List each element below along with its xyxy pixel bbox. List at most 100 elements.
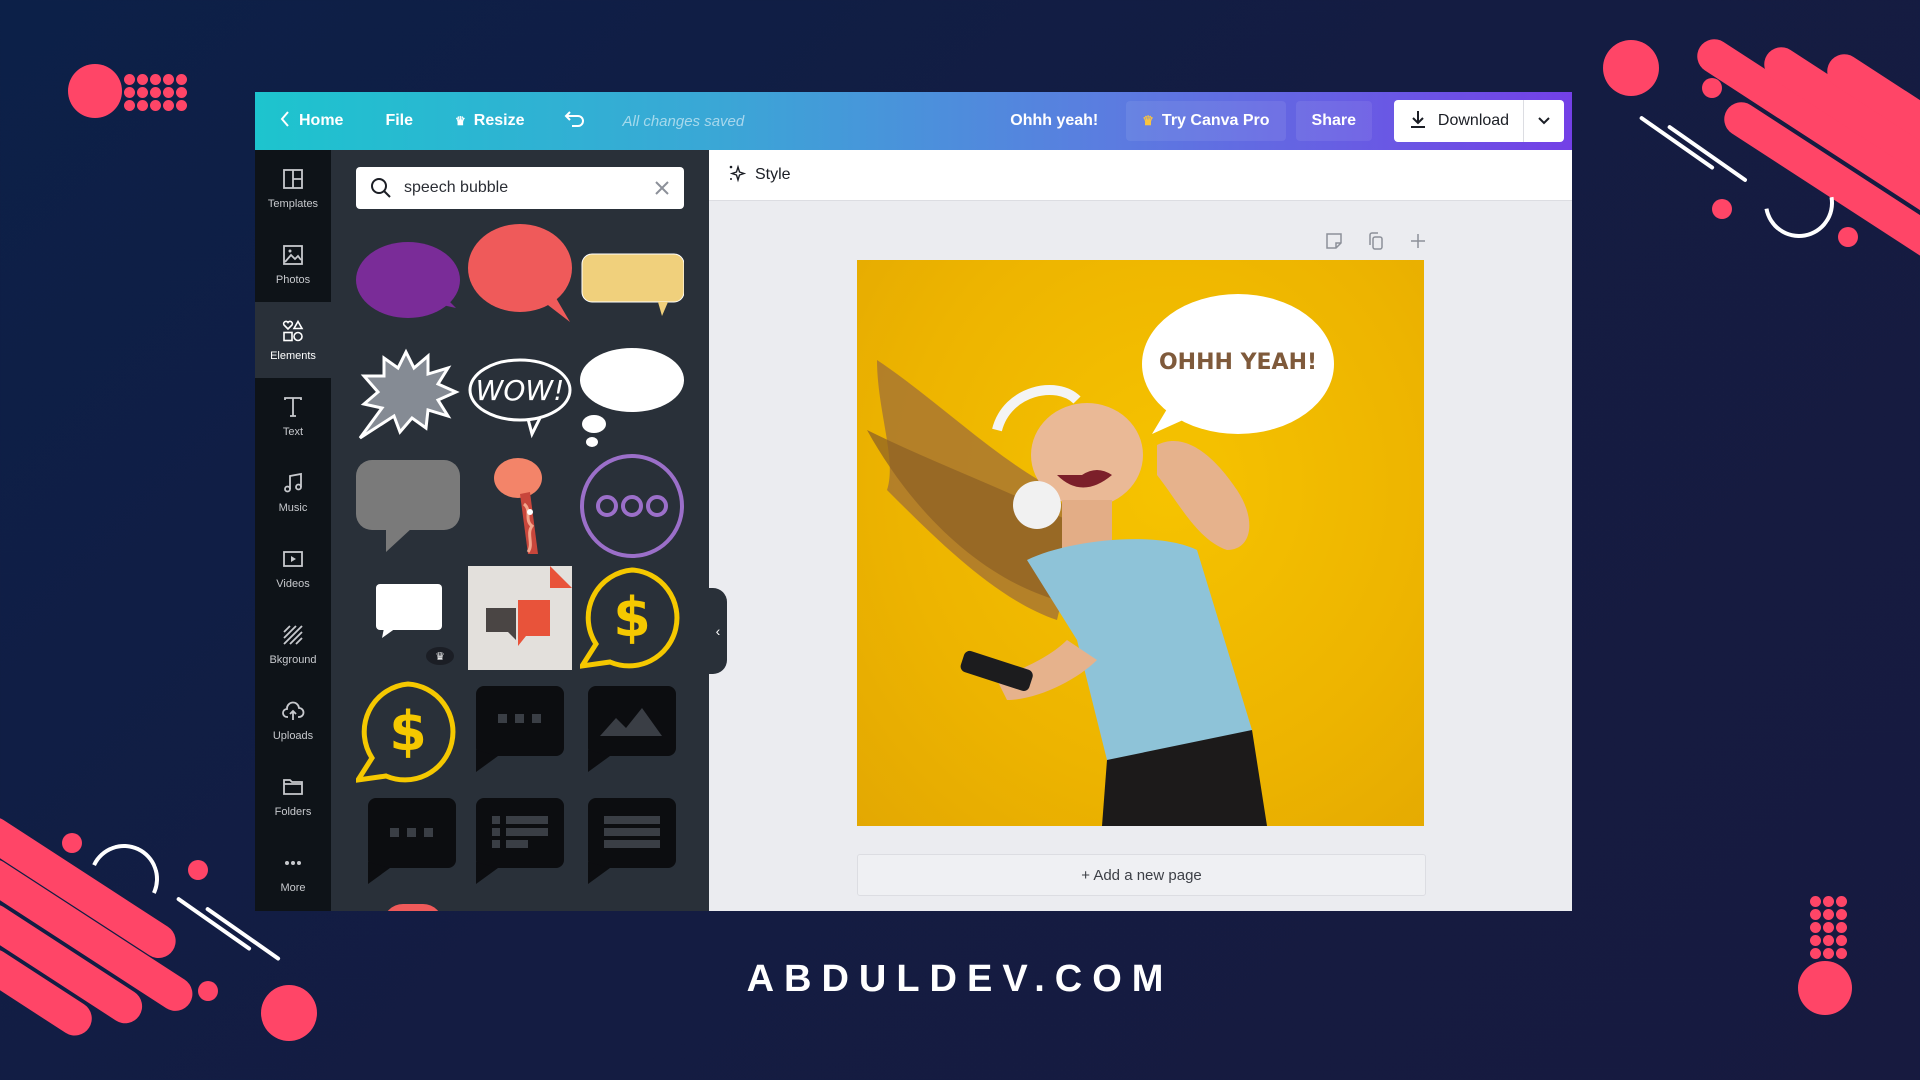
element-document-chat-icon[interactable] <box>468 566 572 670</box>
clear-search-icon[interactable] <box>654 180 670 196</box>
element-purple-oval-bubble[interactable] <box>356 230 460 334</box>
element-yellow-dollar-bubble-2[interactable]: $ <box>352 680 460 784</box>
sidebar-item-elements[interactable]: Elements <box>255 302 331 378</box>
add-page-icon[interactable] <box>1407 230 1429 252</box>
try-pro-label: Try Canva Pro <box>1161 112 1270 129</box>
search-icon <box>370 177 392 199</box>
crown-icon: ♛ <box>455 114 466 128</box>
sparkle-icon <box>727 163 747 188</box>
add-new-page-button[interactable]: + Add a new page <box>857 854 1426 896</box>
design-canvas[interactable]: OHHH YEAH! <box>857 260 1424 826</box>
sidebar-item-templates[interactable]: Templates <box>255 150 331 226</box>
sidebar-item-text[interactable]: Text <box>255 378 331 454</box>
element-black-image-bubble[interactable] <box>580 680 684 784</box>
sidebar-item-label: Folders <box>274 805 312 818</box>
speech-bubble-text[interactable]: OHHH YEAH! <box>1140 350 1336 375</box>
side-navigation: Templates Photos Elements Text Music Vid… <box>255 150 331 911</box>
element-black-ellipsis-bubble[interactable] <box>468 680 572 784</box>
element-partial-red[interactable] <box>383 904 443 911</box>
home-button[interactable]: Home <box>279 110 343 133</box>
resize-button[interactable]: ♛ Resize <box>455 112 524 130</box>
share-button[interactable]: Share <box>1295 101 1372 141</box>
download-label: Download <box>1437 112 1510 129</box>
download-options-button[interactable] <box>1524 100 1564 142</box>
element-yellow-dollar-bubble[interactable]: $ <box>576 566 684 670</box>
try-canva-pro-button[interactable]: ♛ Try Canva Pro <box>1126 101 1286 141</box>
text-icon <box>281 395 305 422</box>
search-input[interactable] <box>402 178 654 198</box>
element-thought-bubble[interactable] <box>580 346 684 450</box>
decor-circle <box>62 833 82 853</box>
element-red-round-bubble[interactable] <box>468 222 572 326</box>
canva-editor-window: Home File ♛ Resize All changes saved Ohh… <box>255 92 1572 911</box>
top-toolbar: Home File ♛ Resize All changes saved Ohh… <box>255 92 1572 150</box>
sidebar-item-label: Templates <box>267 197 319 210</box>
decor-circle <box>1702 78 1722 98</box>
decor-circle <box>68 64 122 118</box>
sidebar-item-label: Bkground <box>269 653 317 666</box>
home-label: Home <box>299 112 344 129</box>
collapse-panel-button[interactable]: ‹ <box>709 588 727 674</box>
svg-text:♛: ♛ <box>435 651 445 663</box>
svg-text:WOW!: WOW! <box>476 374 565 407</box>
decor-circle <box>1838 227 1858 247</box>
resize-label: Resize <box>473 112 525 129</box>
duplicate-page-icon[interactable] <box>1365 230 1387 252</box>
uploads-icon <box>281 699 305 726</box>
style-label: Style <box>755 166 791 183</box>
decor-dot-grid <box>124 74 189 111</box>
chevron-left-icon: ‹ <box>715 623 721 639</box>
sidebar-item-folders[interactable]: Folders <box>255 758 331 834</box>
sidebar-item-more[interactable]: More <box>255 834 331 910</box>
file-menu-button[interactable]: File <box>385 112 413 130</box>
sidebar-item-label: Photos <box>275 273 311 286</box>
sidebar-item-label: Text <box>282 425 304 438</box>
templates-icon <box>281 167 305 194</box>
more-icon <box>281 851 305 878</box>
crown-icon: ♛ <box>1142 113 1154 128</box>
sidebar-item-videos[interactable]: Videos <box>255 530 331 606</box>
download-button-group: Download <box>1394 100 1564 142</box>
element-ellipsis-circle-bubble[interactable] <box>580 454 684 558</box>
decor-circle <box>1603 40 1659 96</box>
add-note-icon[interactable] <box>1323 230 1345 252</box>
element-wow-bubble[interactable]: WOW! <box>468 346 572 450</box>
videos-icon <box>281 547 305 574</box>
element-gray-rounded-bubble[interactable] <box>356 454 460 558</box>
sidebar-item-label: More <box>280 881 306 894</box>
sidebar-item-uploads[interactable]: Uploads <box>255 682 331 758</box>
folders-icon <box>281 775 305 802</box>
decor-line <box>175 896 252 952</box>
element-white-small-bubble-pro[interactable]: ♛ <box>356 566 460 670</box>
download-button[interactable]: Download <box>1394 100 1524 142</box>
undo-icon <box>564 110 586 133</box>
sidebar-item-label: Music <box>278 501 308 514</box>
svg-text:$: $ <box>613 586 651 649</box>
element-black-ellipsis-bubble-2[interactable] <box>356 792 460 896</box>
undo-button[interactable] <box>564 110 586 133</box>
share-label: Share <box>1311 112 1356 129</box>
search-box <box>356 167 684 209</box>
element-bacon-character-bubble[interactable] <box>468 454 572 558</box>
sidebar-item-background[interactable]: Bkground <box>255 606 331 682</box>
element-starburst-bubble[interactable] <box>356 346 460 450</box>
page-tools <box>1323 230 1429 252</box>
sidebar-item-photos[interactable]: Photos <box>255 226 331 302</box>
sidebar-item-music[interactable]: Music <box>255 454 331 530</box>
element-black-text-lines-bubble[interactable] <box>580 792 684 896</box>
elements-icon <box>281 319 305 346</box>
speech-bubble-element[interactable]: OHHH YEAH! <box>1140 292 1336 438</box>
style-button[interactable]: Style <box>727 163 791 188</box>
sidebar-item-label: Videos <box>276 577 310 590</box>
background-icon <box>281 623 305 650</box>
style-toolbar: Style <box>709 150 1572 201</box>
element-yellow-rect-bubble[interactable] <box>580 230 685 334</box>
element-black-list-bubble[interactable] <box>468 792 572 896</box>
svg-text:$: $ <box>389 700 427 763</box>
decor-circle <box>188 860 208 880</box>
design-title[interactable]: Ohhh yeah! <box>1010 112 1098 130</box>
chevron-down-icon <box>1538 112 1550 130</box>
photos-icon <box>281 243 305 270</box>
sidebar-item-label: Uploads <box>272 729 314 742</box>
decor-line <box>1638 115 1715 171</box>
